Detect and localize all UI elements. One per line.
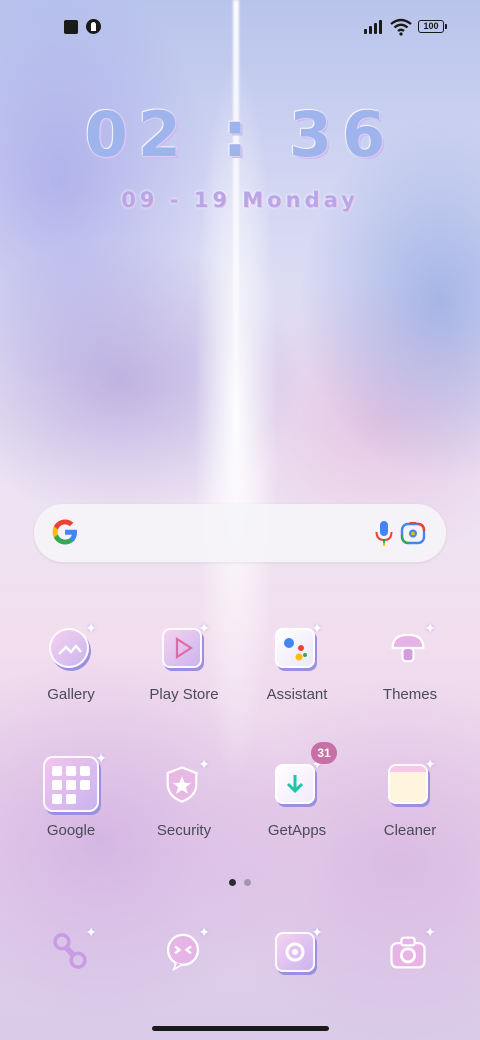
app-assistant[interactable]: ✦ Assistant — [242, 620, 352, 703]
app-cleaner[interactable]: ✦ Cleaner — [355, 756, 465, 839]
dock-phone[interactable]: ✦ — [16, 924, 126, 980]
play-store-icon: ✦ — [156, 620, 212, 676]
getapps-icon: ✦ 31 — [269, 742, 337, 812]
status-bar: 100 — [0, 14, 480, 42]
app-label: Assistant — [266, 686, 328, 703]
app-gallery[interactable]: ✦ Gallery — [16, 620, 126, 703]
clock-time[interactable]: 02 : 36 — [0, 98, 480, 171]
dock-browser[interactable]: ✦ — [242, 924, 352, 980]
app-play-store[interactable]: ✦ Play Store — [129, 620, 239, 703]
app-label: Themes — [382, 686, 438, 703]
clock-date[interactable]: 09 - 19 Monday — [0, 188, 480, 212]
app-themes[interactable]: ✦ Themes — [355, 620, 465, 703]
google-logo-icon — [52, 519, 77, 545]
app-label: Cleaner — [383, 822, 437, 839]
google-folder-icon: ✦ — [43, 750, 107, 812]
page-dot — [244, 879, 251, 886]
phone-icon: ✦ — [43, 924, 99, 980]
app-getapps[interactable]: ✦ 31 GetApps — [242, 742, 352, 839]
battery-icon: 100 — [418, 20, 447, 33]
app-label: Gallery — [47, 686, 95, 703]
browser-icon: ✦ — [269, 924, 325, 980]
page-dot-active — [229, 879, 236, 886]
signal-icon — [364, 18, 386, 34]
messages-icon: ✦ — [156, 924, 212, 980]
notification-badge: 31 — [311, 742, 337, 764]
app-label: GetApps — [267, 822, 327, 839]
page-indicator — [229, 879, 253, 887]
dock-camera[interactable]: ✦ — [355, 924, 465, 980]
app-label: Play Store — [149, 686, 219, 703]
light-beam-decoration — [233, 0, 239, 480]
cleaner-icon: ✦ — [382, 756, 438, 812]
google-search-bar[interactable] — [34, 504, 446, 562]
security-icon: ✦ — [156, 756, 212, 812]
app-label: Security — [156, 822, 212, 839]
camera-icon: ✦ — [382, 924, 438, 980]
brightness-icon — [86, 19, 101, 34]
microphone-icon[interactable] — [374, 520, 394, 548]
dock-messages[interactable]: ✦ — [129, 924, 239, 980]
app-security[interactable]: ✦ Security — [129, 756, 239, 839]
wifi-icon — [390, 18, 412, 36]
stop-square-icon — [64, 20, 78, 34]
app-google-folder[interactable]: ✦ Google — [16, 750, 126, 839]
themes-icon: ✦ — [382, 620, 438, 676]
gallery-icon: ✦ — [43, 620, 99, 676]
home-gesture-bar[interactable] — [152, 1026, 329, 1031]
app-label: Google — [46, 822, 96, 839]
assistant-icon: ✦ — [269, 620, 325, 676]
google-lens-icon[interactable] — [400, 521, 426, 545]
